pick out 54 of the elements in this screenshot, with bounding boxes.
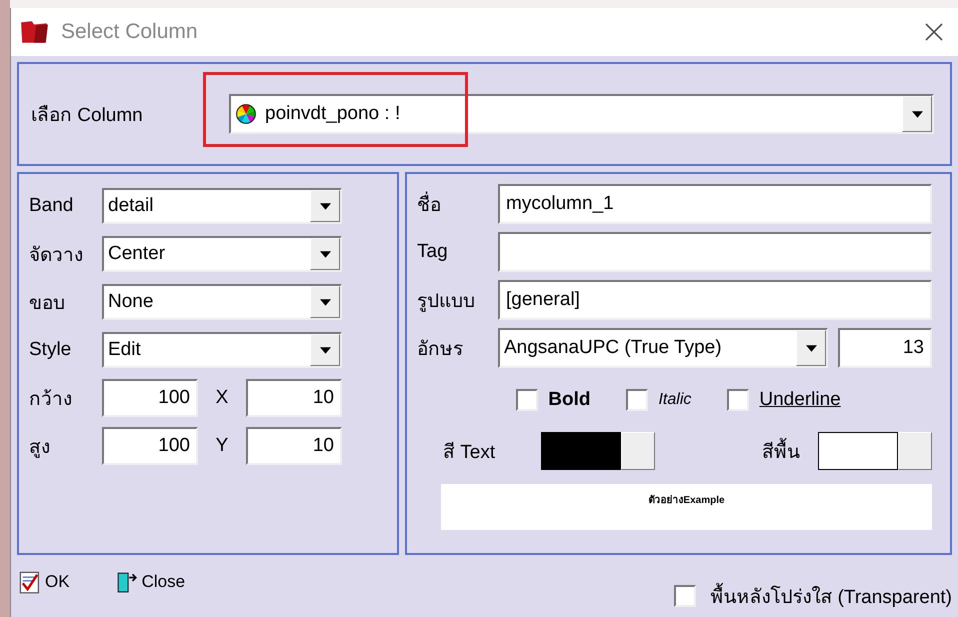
color-picker-button[interactable] bbox=[898, 432, 932, 470]
dropdown-arrow-icon bbox=[320, 202, 330, 210]
dropdown-arrow-icon bbox=[320, 250, 330, 258]
ok-button[interactable]: OK bbox=[19, 570, 70, 594]
dropdown-arrow-icon bbox=[320, 298, 330, 306]
field-label: Y bbox=[214, 435, 230, 457]
close-button[interactable]: Close bbox=[116, 570, 186, 594]
checkbox[interactable] bbox=[626, 389, 648, 411]
checkbox-label: พื้นหลังโปร่งใส (Transparent) bbox=[710, 581, 952, 611]
checkbox[interactable] bbox=[674, 585, 696, 607]
column-dropdown[interactable]: poinvdt_pono : ! bbox=[229, 94, 934, 134]
dropdown-field[interactable]: None bbox=[102, 284, 342, 320]
field-label: เลือก Column bbox=[31, 104, 144, 128]
dropdown-arrow-icon bbox=[806, 344, 816, 352]
checkbox-label: Italic bbox=[658, 391, 692, 409]
checkbox[interactable] bbox=[727, 389, 750, 411]
field-label: กว้าง bbox=[29, 388, 73, 412]
checkbox-label: Bold bbox=[548, 389, 590, 411]
dropdown-arrow-icon bbox=[912, 110, 922, 118]
window-title: Select Column bbox=[61, 20, 199, 44]
field-label: Tag bbox=[417, 241, 449, 263]
number-field[interactable]: 10 bbox=[246, 427, 342, 465]
field-label: ขอบ bbox=[29, 292, 66, 316]
number-field[interactable]: 10 bbox=[246, 379, 342, 417]
checkbox-label: Underline bbox=[759, 389, 841, 411]
folder-icon bbox=[19, 19, 49, 45]
field-label: สูง bbox=[29, 436, 51, 460]
text-field[interactable]: [general] bbox=[498, 280, 932, 320]
number-field[interactable]: 100 bbox=[102, 379, 198, 417]
checkbox[interactable] bbox=[516, 389, 538, 411]
number-field[interactable]: 100 bbox=[102, 427, 198, 465]
field-label: จัดวาง bbox=[29, 244, 84, 268]
dropdown-field[interactable]: detail bbox=[102, 188, 342, 224]
field-label: สี Text bbox=[443, 440, 496, 465]
field-label: X bbox=[214, 387, 230, 409]
dropdown-field[interactable]: Center bbox=[102, 236, 342, 272]
text-field[interactable] bbox=[498, 232, 932, 272]
font-size-field[interactable]: 13 bbox=[838, 328, 932, 368]
dropdown-arrow-icon bbox=[320, 346, 330, 354]
field-label: สีพื้น bbox=[762, 436, 818, 466]
checklist-icon bbox=[19, 570, 41, 594]
field-label: Band bbox=[29, 195, 74, 217]
preview-text: ตัวอย่างExample bbox=[648, 494, 725, 506]
font-dropdown[interactable]: AngsanaUPC (True Type) bbox=[498, 328, 828, 368]
text-field[interactable]: mycolumn_1 bbox=[498, 184, 932, 224]
close-icon[interactable] bbox=[924, 22, 944, 42]
field-label: Style bbox=[29, 339, 72, 361]
door-exit-icon bbox=[116, 570, 138, 594]
color-wheel-icon bbox=[235, 103, 257, 125]
field-label: รูปแบบ bbox=[417, 290, 476, 314]
color-picker-button[interactable] bbox=[621, 432, 655, 470]
field-label: ชื่อ bbox=[417, 189, 498, 219]
dropdown-field[interactable]: Edit bbox=[102, 332, 342, 368]
field-label: อักษร bbox=[417, 338, 464, 362]
